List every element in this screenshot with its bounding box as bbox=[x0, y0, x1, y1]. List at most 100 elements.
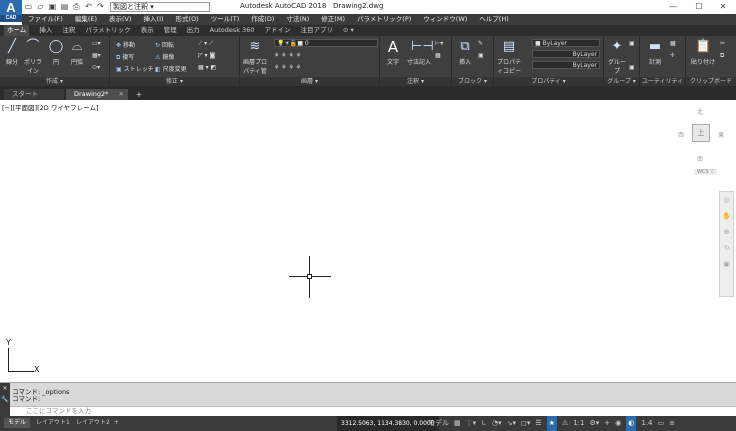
line-button[interactable]: ╱ 線分 bbox=[1, 39, 23, 66]
tab-start[interactable]: スタート bbox=[4, 89, 64, 100]
viewcube-top[interactable]: 上 bbox=[692, 124, 710, 142]
save-icon[interactable]: ▣ bbox=[48, 2, 57, 11]
panel-utilities-label[interactable]: ユーティリティ ▾ bbox=[640, 77, 685, 94]
hatch-icon[interactable]: ▦▾ bbox=[92, 52, 101, 59]
ungroup-icon[interactable]: ▣ bbox=[629, 40, 635, 47]
paste-button[interactable]: 📋 貼り付け bbox=[690, 39, 716, 66]
minimize-icon[interactable]: — bbox=[664, 1, 682, 12]
close-tab-icon[interactable]: ✕ bbox=[119, 89, 124, 100]
measure-button[interactable]: ▬ 計測 bbox=[644, 39, 666, 66]
layer-tools-icon[interactable]: ⚘ ⚘ ⚘ ⚘ bbox=[274, 52, 301, 59]
scale-button[interactable]: ◧ 尺度変更 bbox=[155, 64, 187, 73]
menu-view[interactable]: 表示(V) bbox=[109, 14, 132, 25]
tab-output[interactable]: 出力 bbox=[187, 25, 200, 36]
dimension-button[interactable]: ⊢⊣ 寸法記入 bbox=[406, 39, 434, 66]
annotation-scale-icon[interactable]: ⚠ bbox=[562, 416, 568, 431]
tab-drawing2[interactable]: Drawing2* ✕ bbox=[66, 89, 128, 100]
osnap-icon[interactable]: ◻▾ bbox=[521, 416, 530, 431]
polar-icon[interactable]: ◔▾ bbox=[492, 416, 502, 431]
table-icon[interactable]: ▦ bbox=[435, 52, 441, 59]
stretch-button[interactable]: ▣ ストレッチ bbox=[116, 64, 154, 73]
viewcube-west[interactable]: 西 bbox=[678, 130, 684, 139]
menu-format[interactable]: 形式(O) bbox=[176, 14, 199, 25]
annotation-visibility-icon[interactable]: ★ bbox=[546, 416, 557, 431]
maximize-icon[interactable]: ☐ bbox=[690, 1, 708, 12]
text-button[interactable]: A 文字 bbox=[382, 39, 404, 66]
layer-select[interactable]: 💡☀🔓■ 0 bbox=[274, 39, 378, 47]
tab-addins[interactable]: アドイン bbox=[264, 25, 290, 36]
isodraft-icon[interactable]: ↘▾ bbox=[507, 416, 516, 431]
menu-file[interactable]: ファイル(F) bbox=[28, 14, 63, 25]
tab-home[interactable]: ホーム bbox=[4, 25, 30, 36]
new-tab-icon[interactable]: + bbox=[134, 90, 144, 100]
plus-icon[interactable]: + bbox=[604, 416, 610, 431]
zoom-readout[interactable]: 1.4 bbox=[641, 416, 652, 431]
tab-view[interactable]: 表示 bbox=[141, 25, 154, 36]
calculator-icon[interactable]: ▦ bbox=[670, 40, 676, 47]
new-file-icon[interactable]: ▭ bbox=[24, 2, 33, 11]
arc-button[interactable]: ⌓ 円弧 bbox=[66, 39, 88, 66]
viewcube-south[interactable]: 南 bbox=[697, 154, 703, 163]
panel-properties-label[interactable]: プロパティ ▾ bbox=[494, 77, 603, 86]
circle-button[interactable]: ◯ 円 bbox=[45, 39, 67, 66]
undo-icon[interactable]: ↶ bbox=[84, 2, 93, 11]
match-properties-button[interactable]: ▤ プロパティコピー bbox=[496, 39, 522, 75]
mirror-button[interactable]: ⚠ 鏡像 bbox=[155, 52, 174, 61]
menu-insert[interactable]: 挿入(I) bbox=[144, 14, 164, 25]
panel-clipboard-label[interactable]: クリップボード bbox=[686, 77, 736, 86]
model-space-button[interactable]: モデル bbox=[428, 416, 449, 431]
workspace-select[interactable]: 製図と注釈 ▾ bbox=[110, 2, 210, 12]
isolate-icon[interactable]: ◉ bbox=[615, 416, 621, 431]
tab-parametric[interactable]: パラメトリック bbox=[85, 25, 130, 36]
tab-more[interactable]: ⊙ ▾ bbox=[343, 25, 354, 36]
drawing-canvas[interactable]: [−][平面図][2D ワイヤフレーム] 北 西 上 東 南 WCS ▽ ◎ ✋… bbox=[0, 100, 736, 382]
panel-groups-label[interactable]: グループ ▾ bbox=[604, 77, 639, 86]
tab-layout1[interactable]: レイアウト1 bbox=[32, 418, 74, 428]
panel-annotation-label[interactable]: 注釈 ▾ bbox=[380, 77, 451, 86]
open-file-icon[interactable]: ▱ bbox=[36, 2, 45, 11]
copy-button[interactable]: ⧉ 複写 bbox=[116, 52, 134, 62]
orbit-icon[interactable]: ↻ bbox=[720, 240, 733, 256]
copy-clip-icon[interactable]: ⧉ bbox=[720, 52, 724, 60]
menu-draw[interactable]: 作成(D) bbox=[251, 14, 274, 25]
panel-draw-label[interactable]: 作成 ▾ bbox=[0, 77, 109, 86]
lineweight-icon[interactable]: ☰ bbox=[535, 416, 541, 431]
viewcube-north[interactable]: 北 bbox=[697, 107, 703, 116]
viewcube[interactable]: 北 西 上 東 南 bbox=[672, 105, 730, 175]
cut-icon[interactable]: ✂ bbox=[720, 40, 725, 47]
scale-readout[interactable]: 1:1 bbox=[573, 416, 584, 431]
tab-manage[interactable]: 管理 bbox=[164, 25, 177, 36]
menu-tools[interactable]: ツール(T) bbox=[211, 14, 240, 25]
rotate-button[interactable]: ↻ 回転 bbox=[155, 40, 174, 49]
layer-tools2-icon[interactable]: ⚘ ⚘ ⚘ ⚘ bbox=[274, 64, 301, 71]
tab-annotate[interactable]: 注釈 bbox=[62, 25, 75, 36]
create-block-icon[interactable]: ✎ bbox=[478, 40, 483, 47]
app-logo[interactable]: A CAD bbox=[0, 0, 22, 22]
showmotion-icon[interactable]: ▣ bbox=[720, 256, 733, 272]
gear-icon[interactable]: ⚙▾ bbox=[589, 416, 599, 431]
menu-dimension[interactable]: 寸法(N) bbox=[286, 14, 309, 25]
panel-modify-label[interactable]: 修正 ▾ bbox=[110, 77, 239, 86]
close-icon[interactable]: ✕ bbox=[714, 1, 732, 12]
steering-wheel-icon[interactable]: ◎ bbox=[720, 192, 733, 208]
leader-icon[interactable]: ⊢▾ bbox=[435, 40, 443, 47]
redo-icon[interactable]: ↷ bbox=[96, 2, 105, 11]
tab-model[interactable]: モデル bbox=[4, 418, 31, 428]
ellipse-icon[interactable]: ⬭▾ bbox=[92, 64, 100, 72]
linetype-select[interactable]: ByLayer bbox=[532, 50, 600, 58]
hardware-accel-icon[interactable]: ◐ bbox=[626, 416, 637, 431]
tab-featured-apps[interactable]: 注目アプリ bbox=[300, 25, 333, 36]
panel-block-label[interactable]: ブロック ▾ bbox=[452, 77, 493, 86]
lineweight-select[interactable]: ByLayer bbox=[532, 61, 600, 69]
pan-icon[interactable]: ✋ bbox=[720, 208, 733, 224]
viewport-controls[interactable]: [−][平面図][2D ワイヤフレーム] bbox=[2, 102, 98, 112]
trim-icon[interactable]: ⟋ ▾ ⟋ bbox=[198, 40, 213, 48]
grid-icon[interactable]: ▦ bbox=[454, 416, 461, 431]
menu-parametric[interactable]: パラメトリック(P) bbox=[357, 14, 411, 25]
add-layout-icon[interactable]: + bbox=[110, 418, 123, 428]
customize-icon[interactable]: ≡ bbox=[669, 416, 675, 431]
group-edit-icon[interactable]: ▣ bbox=[629, 64, 635, 71]
edit-block-icon[interactable]: ▣ bbox=[478, 52, 484, 59]
fillet-icon[interactable]: ◸ ▾ ◙ bbox=[198, 52, 215, 59]
print-icon[interactable]: ⎙ bbox=[72, 2, 81, 11]
